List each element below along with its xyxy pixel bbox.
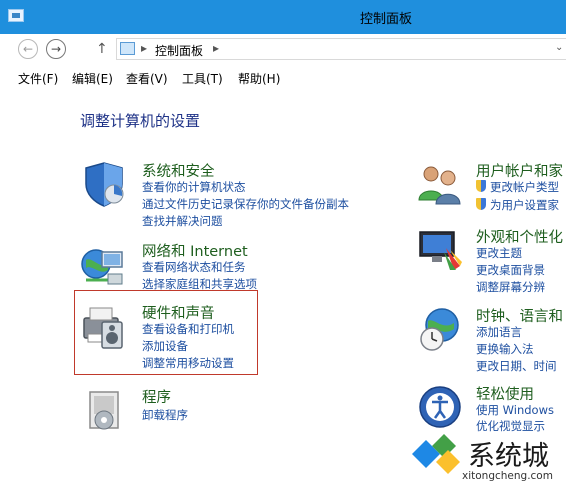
menu-help[interactable]: 帮助(H) (238, 70, 280, 87)
link-find-fix-problems[interactable]: 查找并解决问题 (142, 213, 223, 229)
link-family-safety[interactable]: 为用户设置家 (476, 197, 559, 213)
user-accounts-icon[interactable] (416, 160, 464, 208)
title-bar: 控制面板 (0, 0, 566, 34)
breadcrumb-separator[interactable]: ▸ (213, 41, 219, 55)
link-change-date-time[interactable]: 更改日期、时间 (476, 358, 557, 374)
up-button[interactable]: ↑ (96, 41, 108, 57)
menu-edit[interactable]: 编辑(E) (72, 70, 113, 87)
ease-of-access-icon[interactable] (416, 383, 464, 431)
link-uninstall-program[interactable]: 卸载程序 (142, 407, 188, 423)
watermark-url: xitongcheng.com (462, 470, 553, 482)
control-panel-app-icon[interactable] (8, 9, 24, 22)
menu-bar: 文件(F) 编辑(E) 查看(V) 工具(T) 帮助(H) (0, 66, 566, 90)
category-title[interactable]: 外观和个性化 (476, 226, 563, 247)
page-heading: 调整计算机的设置 (80, 112, 201, 130)
category-title[interactable]: 程序 (142, 386, 171, 407)
window-title: 控制面板 (360, 12, 413, 27)
highlight-box (74, 290, 258, 375)
menu-tools[interactable]: 工具(T) (182, 70, 223, 87)
system-security-icon[interactable] (80, 160, 128, 208)
link-change-account-type[interactable]: 更改帐户类型 (476, 179, 559, 195)
link-change-theme[interactable]: 更改主题 (476, 245, 522, 261)
link-add-language[interactable]: 添加语言 (476, 324, 522, 340)
link-change-input-method[interactable]: 更换输入法 (476, 341, 534, 357)
category-title[interactable]: 网络和 Internet (142, 240, 248, 261)
link-windows-suggestions[interactable]: 使用 Windows (476, 402, 554, 418)
link-optimize-visual-display[interactable]: 优化视觉显示 (476, 418, 545, 434)
programs-icon[interactable] (80, 386, 128, 434)
breadcrumb-separator[interactable]: ▸ (141, 41, 147, 55)
appearance-icon[interactable] (416, 226, 464, 274)
watermark-logo-icon (412, 434, 460, 474)
category-title[interactable]: 轻松使用 (476, 383, 534, 404)
forward-button[interactable]: → (46, 39, 66, 59)
link-view-computer-status[interactable]: 查看你的计算机状态 (142, 179, 246, 195)
back-button[interactable]: ← (18, 39, 38, 59)
category-title[interactable]: 系统和安全 (142, 160, 215, 181)
category-title[interactable]: 用户帐户和家 (476, 160, 563, 181)
address-dropdown-icon[interactable]: ⌄ (555, 42, 563, 53)
address-row: ← → ↑ ▸ 控制面板 ▸ ⌄ (0, 34, 566, 64)
breadcrumb-control-panel[interactable]: 控制面板 (155, 42, 203, 59)
address-bar[interactable]: ▸ 控制面板 ▸ ⌄ (116, 38, 566, 60)
control-panel-icon (120, 42, 135, 55)
clock-language-icon[interactable] (416, 305, 464, 353)
link-file-history-backup[interactable]: 通过文件历史记录保存你的文件备份副本 (142, 196, 349, 212)
watermark-text: 系统城 (468, 441, 549, 472)
link-network-status[interactable]: 查看网络状态和任务 (142, 259, 246, 275)
link-desktop-background[interactable]: 更改桌面背景 (476, 262, 545, 278)
menu-file[interactable]: 文件(F) (18, 70, 58, 87)
category-title[interactable]: 时钟、语言和 (476, 305, 563, 326)
link-screen-resolution[interactable]: 调整屏幕分辨 (476, 279, 545, 295)
menu-view[interactable]: 查看(V) (126, 70, 168, 87)
network-icon[interactable] (80, 240, 128, 288)
